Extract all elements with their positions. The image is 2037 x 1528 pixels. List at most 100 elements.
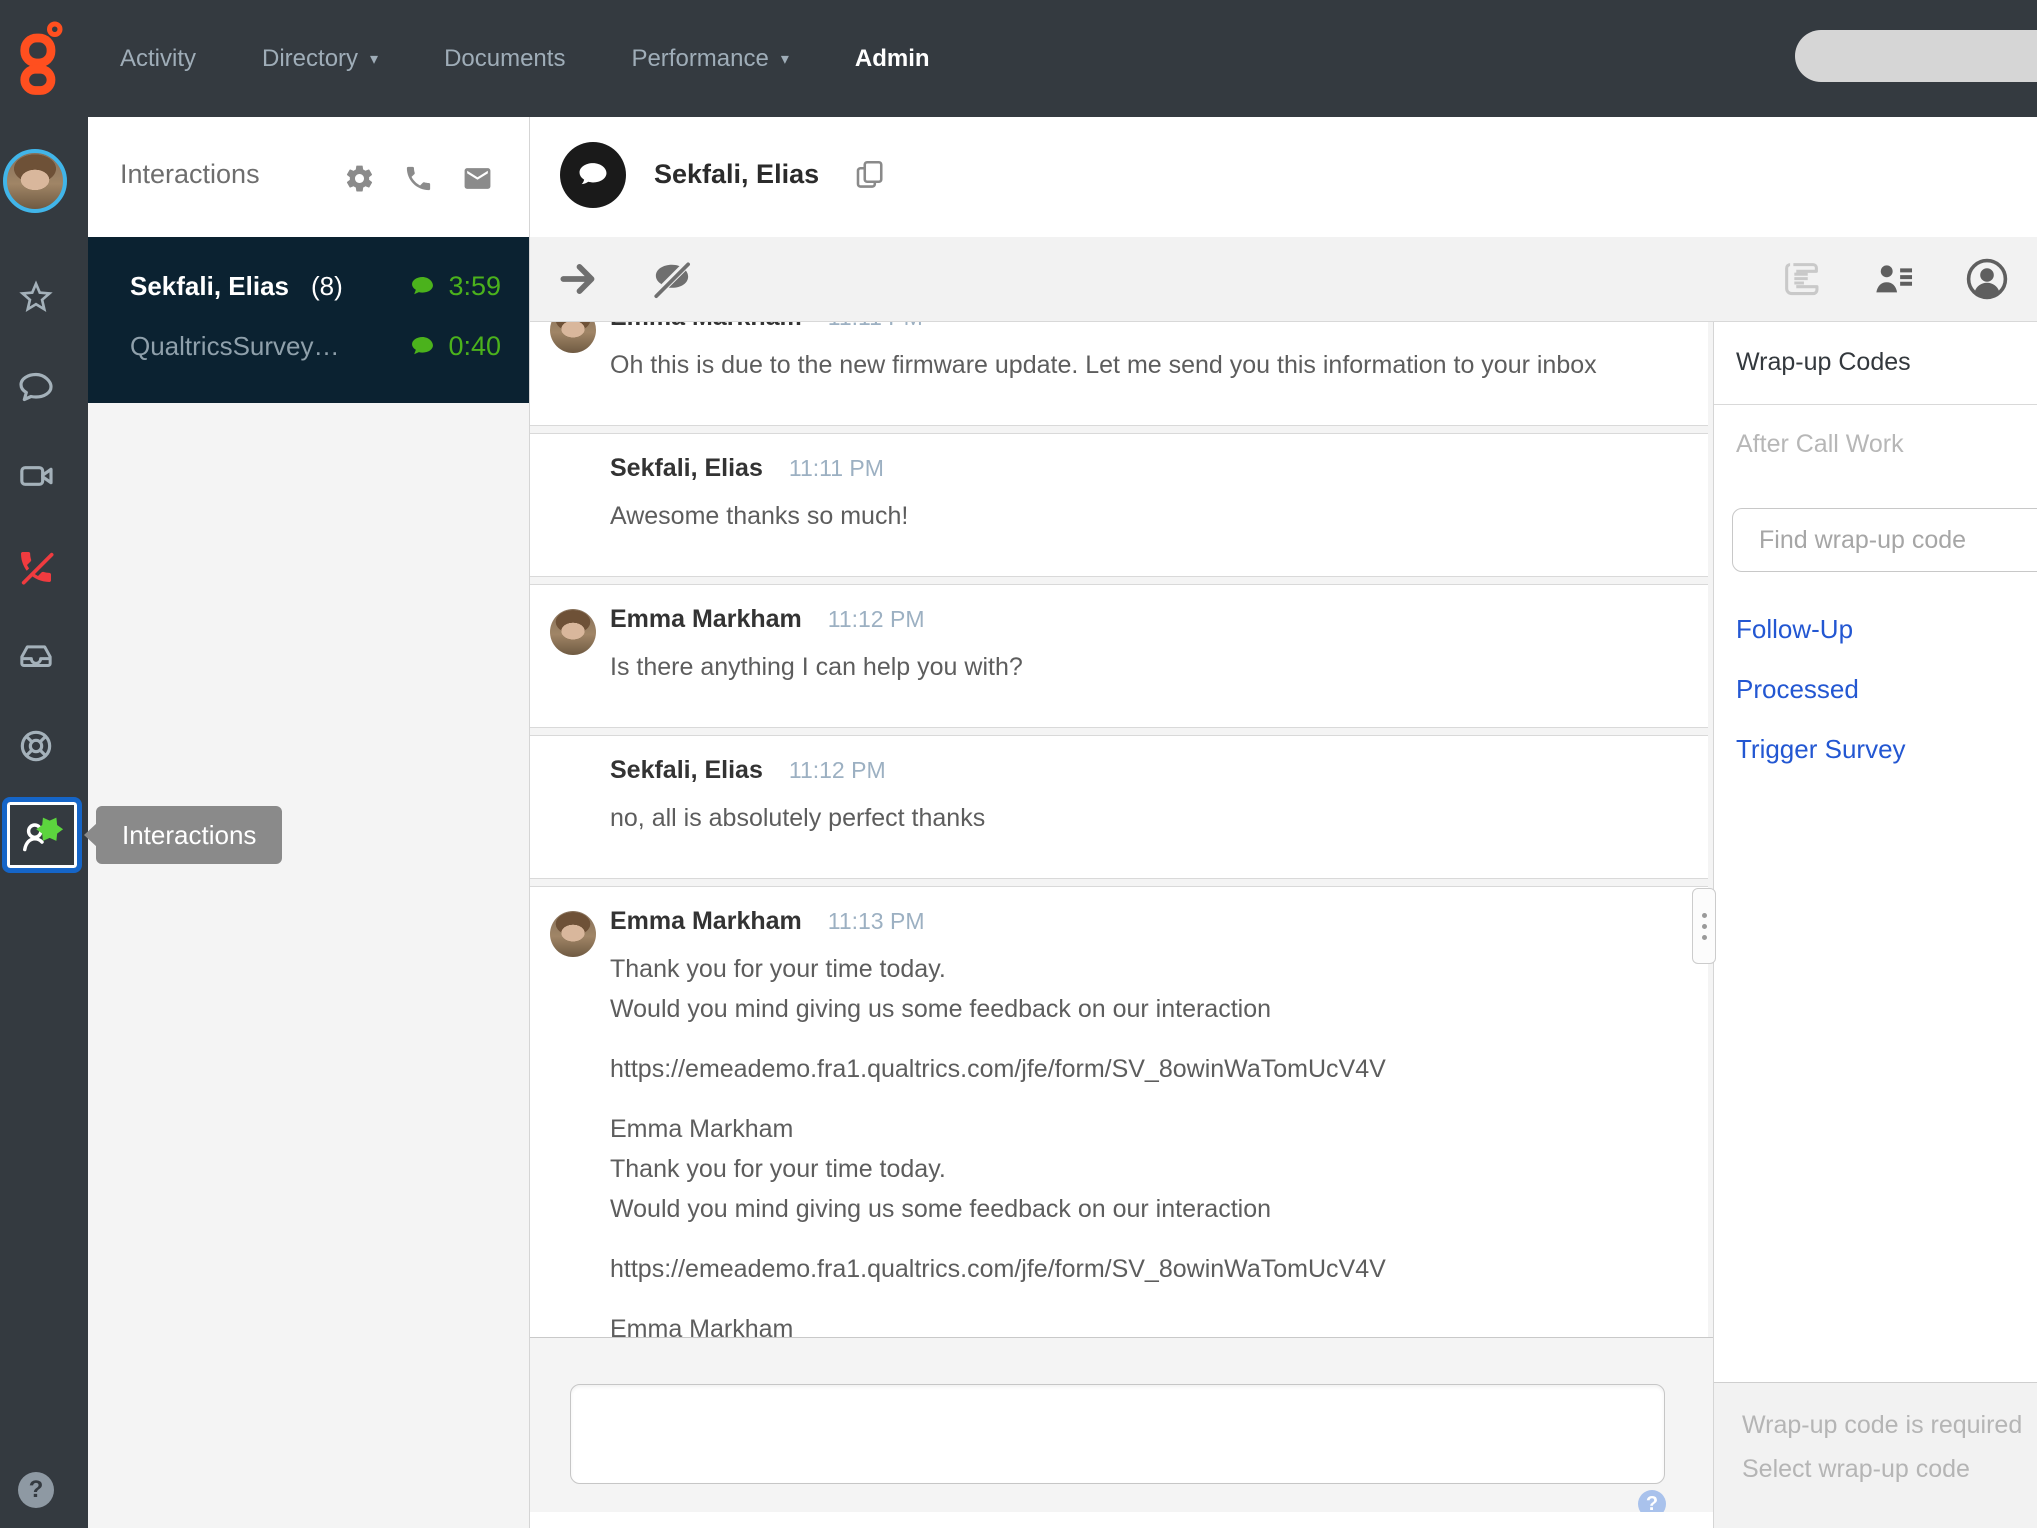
support-target-icon[interactable] (16, 726, 56, 766)
interaction-unread-count: (8) (310, 271, 343, 301)
message-text-line: Oh this is due to the new firmware updat… (610, 351, 1597, 379)
wrapup-search-input[interactable] (1732, 508, 2037, 572)
message-text-line: Thank you for your time today. (610, 1155, 946, 1183)
nav-item-activity[interactable]: Activity (120, 45, 196, 73)
chat-message: Emma Markham 11:13 PM Thank you for your… (530, 886, 1708, 1337)
chat-header: Sekfali, Elias (530, 117, 2037, 238)
wrapup-code-list: Follow-Up Processed Trigger Survey (1736, 610, 1906, 768)
interaction-segment-time: 0:40 (448, 331, 501, 361)
wrapup-footer: Wrap-up code is required Select wrap-up … (1714, 1382, 2037, 1528)
chat-message: Emma Markham 11:11 PM Oh this is due to … (530, 322, 1708, 426)
interactions-icon (23, 817, 64, 852)
wrapup-select-text: Select wrap-up code (1742, 1455, 1970, 1483)
message-text-line: Is there anything I can help you with? (610, 653, 1023, 681)
message-body: Thank you for your time today. Would you … (610, 949, 1664, 1337)
interactions-tooltip: Interactions (96, 806, 283, 864)
message-timestamp: 11:12 PM (827, 606, 925, 632)
nav-item-label: Documents (444, 44, 566, 72)
chat-bubble-icon (412, 276, 434, 295)
chat-message: Emma Markham 11:12 PM Is there anything … (530, 584, 1708, 728)
nav-item-label: Admin (854, 44, 930, 72)
chat-message: Sekfali, Elias 11:11 PM Awesome thanks s… (530, 433, 1708, 577)
phone-dnd-icon[interactable] (16, 547, 56, 587)
message-timestamp: 11:12 PM (788, 757, 886, 783)
agent-avatar (550, 609, 596, 655)
message-text-line: Thank you for your time today. (610, 955, 946, 983)
chat-message-list[interactable]: Emma Markham 11:11 PM Oh this is due to … (530, 322, 1708, 1337)
nav-item-label: Performance (631, 44, 769, 72)
message-text-line: Emma Markham (610, 1115, 794, 1143)
compose-area: ? (530, 1337, 1713, 1528)
wrapup-panel: Wrap-up Codes After Call Work Follow-Up P… (1713, 322, 2037, 1528)
message-body: Awesome thanks so much! (610, 496, 1664, 536)
message-timestamp: 11:11 PM (788, 455, 884, 481)
chat-bubble-icon (412, 336, 434, 355)
interactions-panel-title: Interactions (120, 159, 260, 189)
script-icon[interactable] (1779, 256, 1825, 302)
message-text-line: Would you mind giving us some feedback o… (610, 1195, 1272, 1223)
profile-person-circle-icon[interactable] (1963, 255, 2011, 303)
panel-resize-handle[interactable] (1692, 888, 1716, 964)
message-author: Emma Markham (610, 605, 802, 633)
interaction-total-time: 3:59 (448, 271, 501, 301)
chat-toolbar (530, 237, 2037, 322)
nav-item-label: Directory (262, 44, 359, 72)
chevron-down-icon: ▾ (780, 50, 789, 68)
message-text-line: https://emeademo.fra1.qualtrics.com/jfe/… (610, 1255, 1386, 1283)
transfer-arrow-icon[interactable] (556, 257, 600, 301)
message-body: Is there anything I can help you with? (610, 647, 1664, 687)
wrapup-subtitle: After Call Work (1736, 430, 1904, 458)
interactions-rail-item[interactable] (2, 797, 82, 873)
top-navigation-bar: Activity Directory ▾ Documents Performance ▾ A… (0, 0, 2037, 117)
nav-item-documents[interactable]: Documents (444, 45, 565, 73)
wrapup-code-follow-up[interactable]: Follow-Up (1736, 610, 1906, 648)
favorites-star-icon[interactable] (16, 277, 56, 317)
phone-icon[interactable] (403, 163, 434, 199)
wrapup-title: Wrap-up Codes (1736, 348, 1911, 376)
contact-avatar (560, 142, 626, 208)
chat-icon[interactable] (16, 367, 56, 407)
wrapup-code-processed[interactable]: Processed (1736, 670, 1906, 708)
message-author: Emma Markham (610, 322, 802, 332)
wrapup-required-text: Wrap-up code is required (1742, 1411, 2023, 1439)
chevron-down-icon: ▾ (370, 50, 379, 68)
nav-item-label: Activity (120, 44, 197, 72)
envelope-icon[interactable] (462, 163, 493, 199)
inbox-icon[interactable] (16, 636, 56, 676)
message-timestamp: 11:11 PM (828, 322, 923, 331)
user-avatar[interactable] (3, 149, 67, 213)
end-chat-icon[interactable] (650, 257, 694, 301)
chat-message: Sekfali, Elias 11:12 PM no, all is absol… (530, 735, 1708, 879)
message-author: Sekfali, Elias (610, 756, 763, 784)
genesys-logo-icon[interactable] (16, 16, 66, 105)
app-root: Activity Directory ▾ Documents Performance ▾ A… (0, 0, 2037, 1528)
compose-bottom-strip (530, 1512, 1713, 1528)
wrapup-code-trigger-survey[interactable]: Trigger Survey (1736, 730, 1906, 768)
reply-input[interactable] (570, 1384, 1665, 1484)
help-icon[interactable]: ? (18, 1472, 54, 1508)
roster-person-list-icon[interactable] (1871, 256, 1917, 302)
agent-avatar (550, 322, 596, 353)
nav-item-admin[interactable]: Admin (855, 45, 930, 73)
message-text-line: Would you mind giving us some feedback o… (610, 995, 1272, 1023)
copy-icon[interactable] (852, 157, 888, 198)
interaction-list-item-selected[interactable]: Sekfali, Elias (8) 3:59 QualtricsSurvey…… (88, 237, 529, 403)
nav-item-performance[interactable]: Performance ▾ (631, 45, 788, 73)
message-text-line: no, all is absolutely perfect thanks (610, 804, 986, 832)
message-body: Oh this is due to the new firmware updat… (610, 345, 1664, 385)
interaction-subtitle: QualtricsSurvey… (130, 331, 340, 361)
divider (1714, 404, 2037, 405)
nav-item-directory[interactable]: Directory ▾ (262, 45, 378, 73)
settings-gear-icon[interactable] (344, 163, 375, 199)
message-body: no, all is absolutely perfect thanks (610, 798, 1664, 838)
message-author: Emma Markham (610, 907, 802, 935)
message-text-line: Emma Markham (610, 1315, 794, 1337)
interactions-panel-header: Interactions (88, 117, 529, 237)
search-box[interactable] (1795, 30, 2037, 82)
main-nav: Activity Directory ▾ Documents Performance ▾ A… (120, 0, 930, 117)
video-icon[interactable] (16, 456, 56, 496)
left-icon-rail: ? (0, 117, 88, 1528)
